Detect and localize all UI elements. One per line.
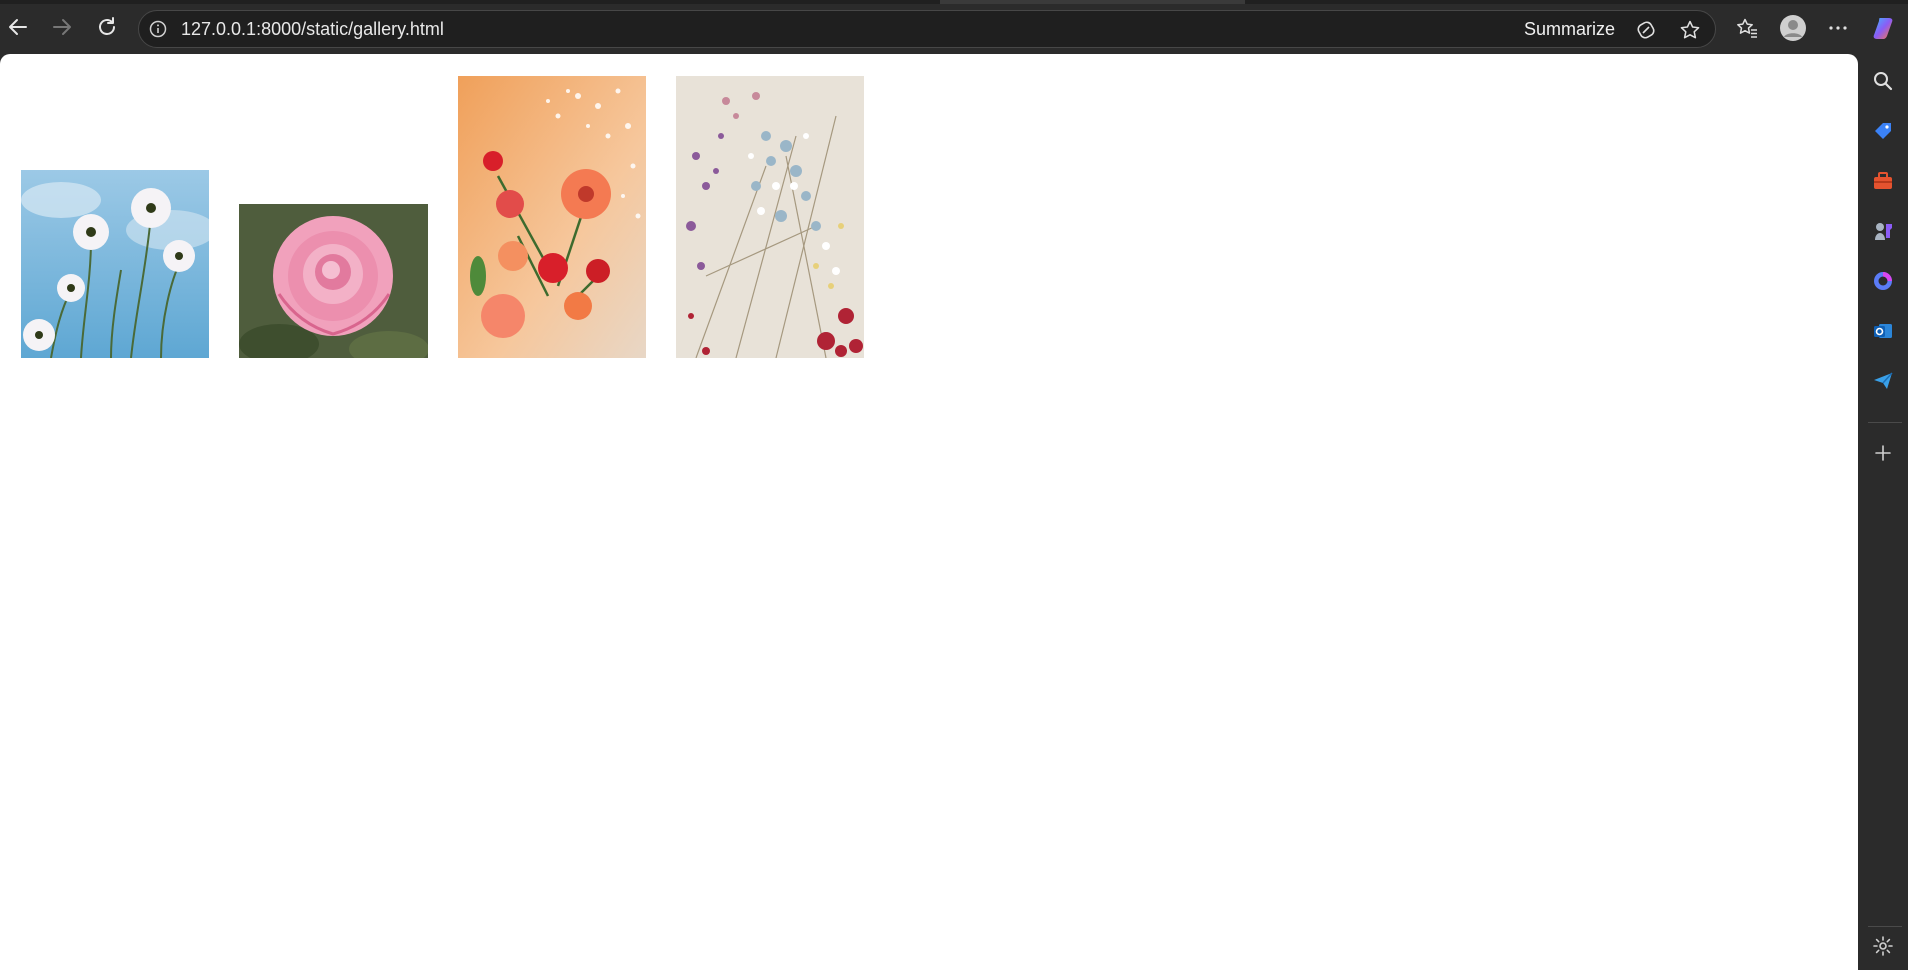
gallery-image-babys-breath[interactable] xyxy=(676,76,864,358)
settings-icon xyxy=(1873,936,1893,956)
sidebar-search-button[interactable] xyxy=(1867,65,1899,97)
sidebar-outlook-button[interactable] xyxy=(1867,315,1899,347)
tab-strip xyxy=(0,0,1908,4)
forward-icon xyxy=(53,19,71,35)
back-button[interactable] xyxy=(2,11,34,43)
sidebar-divider xyxy=(1868,422,1902,423)
copilot-icon xyxy=(1874,272,1892,290)
add-icon xyxy=(1875,445,1891,461)
sidebar-send-button[interactable] xyxy=(1867,365,1899,397)
search-icon xyxy=(1874,72,1893,91)
sidebar-divider-bottom xyxy=(1868,926,1902,927)
image-gallery xyxy=(21,54,864,358)
sidebar-shopping-button[interactable] xyxy=(1867,115,1899,147)
favorite-star-icon[interactable] xyxy=(1679,19,1701,41)
url-text[interactable]: 127.0.0.1:8000/static/gallery.html xyxy=(181,19,444,40)
back-icon xyxy=(9,19,27,35)
more-icon xyxy=(1829,26,1847,30)
games-icon xyxy=(1875,223,1892,240)
favorites-button[interactable] xyxy=(1731,12,1763,44)
copilot-icon xyxy=(1873,18,1893,39)
forward-button[interactable] xyxy=(46,11,78,43)
favorites-icon xyxy=(1737,18,1757,38)
send-icon xyxy=(1874,372,1893,389)
summarize-button[interactable]: Summarize xyxy=(1524,19,1615,40)
profile-icon xyxy=(1780,15,1806,41)
profile-button[interactable] xyxy=(1777,12,1809,44)
tools-icon xyxy=(1874,172,1892,189)
page-content xyxy=(0,54,1858,970)
shopping-tag-icon xyxy=(1875,123,1891,139)
refresh-icon xyxy=(99,17,115,35)
sidebar-add-button[interactable] xyxy=(1867,437,1899,469)
copilot-button[interactable] xyxy=(1869,12,1901,44)
refresh-button[interactable] xyxy=(91,11,123,43)
sidebar-tools-button[interactable] xyxy=(1867,165,1899,197)
address-bar[interactable]: 127.0.0.1:8000/static/gallery.html Summa… xyxy=(138,10,1716,48)
info-icon[interactable] xyxy=(149,20,167,38)
sidebar-copilot-button[interactable] xyxy=(1867,265,1899,297)
active-tab[interactable] xyxy=(940,0,1245,4)
gallery-image-bouquet[interactable] xyxy=(458,76,646,358)
browser-window: 127.0.0.1:8000/static/gallery.html Summa… xyxy=(0,0,1908,970)
sidebar-games-button[interactable] xyxy=(1867,215,1899,247)
sidebar-settings-button[interactable] xyxy=(1867,930,1899,962)
gallery-image-cosmos[interactable] xyxy=(21,170,209,358)
more-button[interactable] xyxy=(1822,12,1854,44)
gallery-image-rose[interactable] xyxy=(239,204,428,358)
outlook-icon xyxy=(1874,324,1892,338)
edge-sidebar xyxy=(1858,54,1908,970)
browser-toolbar: 127.0.0.1:8000/static/gallery.html Summa… xyxy=(0,0,1908,54)
summarize-icon[interactable] xyxy=(1635,19,1657,41)
